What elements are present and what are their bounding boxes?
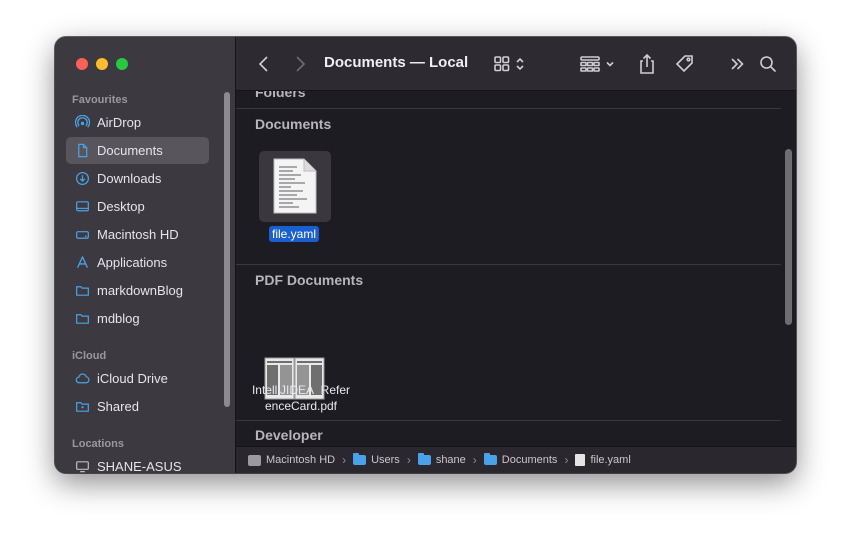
path-item-users[interactable]: Users xyxy=(353,453,400,466)
path-separator: › xyxy=(342,453,347,467)
group-header-folders: Folders xyxy=(255,91,306,100)
close-button[interactable] xyxy=(76,58,88,70)
shared-folder-icon xyxy=(74,399,90,415)
file-name-line-2: enceCard.pdf xyxy=(264,399,338,413)
sidebar-item-label: Desktop xyxy=(97,199,145,214)
group-header-developer: Developer xyxy=(255,427,323,443)
finder-window: Favourites AirDrop Documents Downloads D… xyxy=(55,37,796,473)
disk-icon xyxy=(74,227,90,243)
window-controls xyxy=(76,58,128,70)
sidebar-item-icloud-drive[interactable]: iCloud Drive xyxy=(66,365,209,392)
sidebar-item-label: Documents xyxy=(97,143,163,158)
chevron-right-icon xyxy=(296,56,306,72)
text-document-icon xyxy=(273,158,317,214)
window-title: Documents — Local xyxy=(324,54,469,71)
sidebar-item-label: AirDrop xyxy=(97,115,142,130)
sidebar-item-label: mdblog xyxy=(97,311,140,326)
desktop-icon xyxy=(74,199,90,215)
group-by-button[interactable] xyxy=(580,51,620,77)
chevron-left-icon xyxy=(258,56,268,72)
sidebar-item-label: markdownBlog xyxy=(97,283,183,298)
view-mode-button[interactable] xyxy=(493,51,529,77)
path-item-macintosh-hd[interactable]: Macintosh HD xyxy=(248,454,335,466)
file-name-line-1: IntelliJIDEA_Refer xyxy=(251,383,351,397)
sidebar-item-label: Applications xyxy=(97,255,168,270)
path-separator: › xyxy=(472,453,477,467)
back-button[interactable] xyxy=(254,51,274,77)
sidebar-item-shared[interactable]: Shared xyxy=(66,393,209,420)
file-name-pdf[interactable]: IntelliJIDEA_Refer enceCard.pdf xyxy=(241,382,361,414)
group-header-documents: Documents xyxy=(255,116,332,132)
airdrop-icon xyxy=(74,115,90,131)
share-icon xyxy=(640,53,654,74)
sidebar-item-label: iCloud Drive xyxy=(97,371,168,386)
document-icon xyxy=(74,143,90,159)
search-button[interactable] xyxy=(757,51,779,77)
sidebar-item-markdownblog[interactable]: markdownBlog xyxy=(66,277,209,304)
file-name-selected[interactable]: file.yaml xyxy=(269,226,320,242)
sidebar-item-shane-asus[interactable]: SHANE-ASUS xyxy=(66,453,209,473)
folder-icon xyxy=(74,311,90,327)
share-button[interactable] xyxy=(636,51,658,77)
sidebar-item-label: SHANE-ASUS xyxy=(97,459,182,473)
group-header-pdf-documents: PDF Documents xyxy=(255,272,364,288)
disk-icon xyxy=(248,454,261,466)
group-divider xyxy=(236,264,781,265)
icon-view-grid-icon xyxy=(494,56,524,72)
applications-icon xyxy=(74,255,90,271)
content-scrollbar[interactable] xyxy=(785,149,792,325)
minimize-button[interactable] xyxy=(96,58,108,70)
sidebar: Favourites AirDrop Documents Downloads D… xyxy=(55,37,236,473)
path-item-label: Users xyxy=(371,454,400,466)
sidebar-item-airdrop[interactable]: AirDrop xyxy=(66,109,209,136)
folder-icon xyxy=(353,453,367,465)
sidebar-item-label: Downloads xyxy=(97,171,162,186)
folder-icon xyxy=(483,453,497,465)
group-view-icon xyxy=(580,56,614,72)
sidebar-item-label: Shared xyxy=(97,399,139,414)
cloud-icon xyxy=(74,371,90,387)
document-icon xyxy=(575,454,586,466)
double-chevron-right-icon xyxy=(731,58,744,70)
path-item-label: Macintosh HD xyxy=(266,454,336,466)
sidebar-scrollbar[interactable] xyxy=(224,92,230,407)
path-separator: › xyxy=(564,453,569,467)
folder-icon xyxy=(74,283,90,299)
tag-icon xyxy=(675,55,693,73)
sidebar-item-mdblog[interactable]: mdblog xyxy=(66,305,209,332)
sidebar-item-desktop[interactable]: Desktop xyxy=(66,193,209,220)
sidebar-section-icloud: iCloud xyxy=(72,350,107,362)
zoom-button[interactable] xyxy=(116,58,128,70)
download-icon xyxy=(74,171,90,187)
computer-icon xyxy=(74,459,90,474)
path-item-label: shane xyxy=(435,454,466,466)
sidebar-item-documents[interactable]: Documents xyxy=(66,137,209,164)
path-separator: › xyxy=(406,453,411,467)
tags-button[interactable] xyxy=(673,51,697,77)
sidebar-item-label: Macintosh HD xyxy=(97,227,179,242)
sidebar-section-locations: Locations xyxy=(72,438,124,450)
sidebar-item-downloads[interactable]: Downloads xyxy=(66,165,209,192)
sidebar-item-applications[interactable]: Applications xyxy=(66,249,209,276)
group-divider xyxy=(236,420,781,421)
sidebar-section-favourites: Favourites xyxy=(72,94,128,106)
path-item-label: file.yaml xyxy=(590,454,631,466)
path-item-file-yaml[interactable]: file.yaml xyxy=(575,454,631,466)
path-bar: Macintosh HD › Users › shane › Documents… xyxy=(236,446,796,473)
path-item-shane[interactable]: shane xyxy=(417,453,466,466)
sidebar-item-macintosh-hd[interactable]: Macintosh HD xyxy=(66,221,209,248)
forward-button[interactable] xyxy=(290,51,310,77)
folder-icon xyxy=(417,453,431,465)
search-icon xyxy=(760,56,777,73)
more-toolbar-button[interactable] xyxy=(728,51,746,77)
toolbar: Documents — Local xyxy=(236,37,796,91)
path-item-documents[interactable]: Documents xyxy=(483,453,558,466)
file-item-yaml[interactable] xyxy=(259,151,331,222)
file-browser-content: Folders Documents file.yaml PDF Document… xyxy=(236,91,796,446)
path-item-label: Documents xyxy=(501,454,558,466)
group-divider xyxy=(236,108,781,109)
